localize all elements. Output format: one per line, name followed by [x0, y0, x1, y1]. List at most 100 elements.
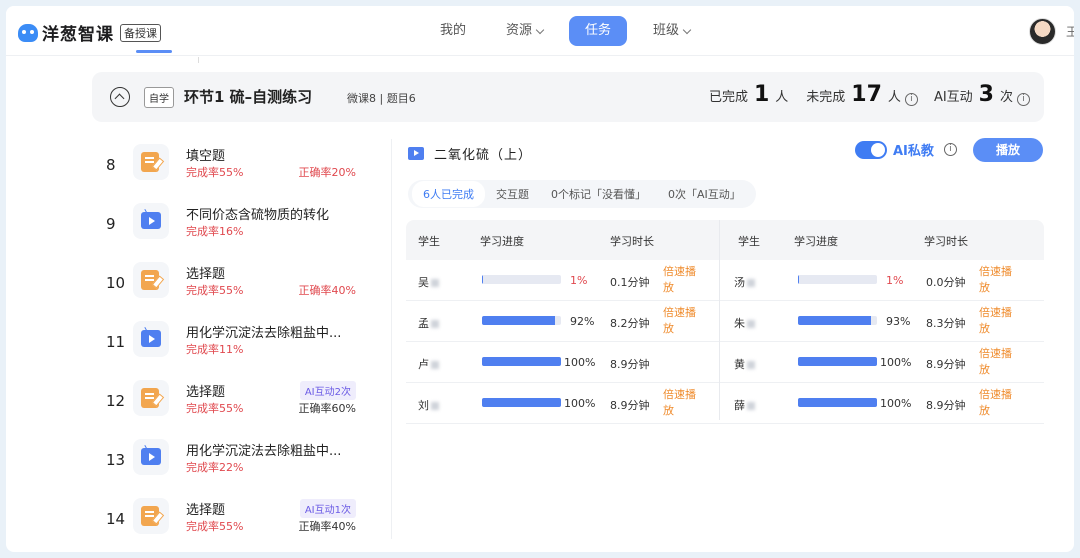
student-name: 卢	[418, 356, 439, 372]
study-duration: 8.9分钟	[610, 358, 650, 371]
nav-tab-label: 资源	[506, 23, 533, 38]
accuracy-rate: 正确率40%	[298, 284, 356, 297]
filter-tab[interactable]: 0次「AI互动」	[657, 181, 752, 207]
collapse-chevron-icon[interactable]	[110, 87, 130, 107]
speed-play-link[interactable]: 倍速播放	[663, 264, 705, 296]
student-name: 汤	[734, 274, 755, 290]
ai-label: AI互动	[933, 90, 973, 105]
video-icon	[408, 147, 424, 160]
main-nav: 我的 资源 任务 班级	[426, 16, 716, 46]
study-duration: 8.9分钟	[926, 358, 966, 371]
video-icon	[141, 448, 161, 465]
blurred-name	[747, 361, 755, 369]
onion-logo-icon	[18, 23, 38, 42]
ai-interaction-tag: AI互动1次	[299, 499, 356, 518]
edit-icon	[141, 152, 159, 172]
student-name-text: 吴	[418, 276, 429, 289]
column-header: 学生	[418, 235, 440, 248]
progress-bar	[482, 316, 561, 325]
filter-tab[interactable]: 0个标记「没看懂」	[540, 181, 657, 207]
item-title: 选择题	[186, 385, 226, 400]
table-row: 吴 1% 0.1分钟 倍速播放汤 1% 0.0分钟 倍速播放	[406, 260, 1044, 301]
filter-tab[interactable]: 6人已完成	[412, 181, 485, 207]
student-name-text: 朱	[734, 317, 745, 330]
top-navbar: 洋葱智课 备授课 我的 资源 任务 班级 王	[6, 6, 1074, 56]
progress-bar	[482, 275, 561, 284]
progress-fill	[798, 316, 872, 325]
progress-percent: 92%	[570, 315, 595, 328]
play-button[interactable]: 播放	[973, 138, 1043, 162]
blurred-name	[431, 402, 439, 410]
nav-tab-label: 班级	[653, 23, 680, 38]
progress-fill	[798, 275, 799, 284]
info-icon[interactable]: i	[943, 143, 957, 156]
student-table: 学生 学习进度 学习时长 学生 学习进度 学习时长 吴 1% 0.1分钟 倍速播放汤 1% 0.0分…	[406, 220, 1044, 424]
brand-name: 洋葱智课	[42, 25, 114, 45]
blurred-name	[747, 402, 755, 410]
list-item[interactable]: 11 用化学沉淀法去除粗盐中... 完成率11%	[106, 321, 356, 380]
section-stats: 已完成 1 人 未完成 17 人 i AI互动 3 次 i	[709, 82, 1030, 107]
speed-play-link[interactable]: 倍速播放	[979, 305, 1021, 337]
column-header: 学习时长	[610, 235, 654, 248]
student-name: 吴	[418, 274, 439, 290]
list-item[interactable]: 13 用化学沉淀法去除粗盐中... 完成率22%	[106, 439, 356, 498]
list-item[interactable]: 8 填空题 完成率55% 正确率20%	[106, 144, 356, 203]
progress-fill	[482, 316, 555, 325]
info-icon[interactable]: i	[1017, 93, 1030, 106]
ai-tutor-toggle[interactable]	[855, 140, 887, 159]
item-title: 用化学沉淀法去除粗盐中...	[186, 444, 342, 459]
ai-count: 3	[978, 82, 994, 107]
info-icon[interactable]: i	[904, 93, 918, 106]
study-duration: 8.2分钟	[610, 317, 650, 330]
user-name[interactable]: 王	[1066, 23, 1074, 40]
nav-tab[interactable]: 我的	[426, 16, 480, 46]
nav-tab[interactable]: 任务	[569, 16, 628, 46]
item-title: 不同价态含硫物质的转化	[186, 208, 330, 223]
student-name-text: 薛	[734, 399, 745, 412]
nav-tab[interactable]: 资源	[492, 16, 557, 46]
list-item[interactable]: 10 选择题 完成率55% 正确率40%	[106, 262, 356, 321]
nav-tab-label: 我的	[440, 23, 467, 38]
accuracy-rate: 正确率20%	[298, 166, 356, 179]
list-item[interactable]: 9 不同价态含硫物质的转化 完成率16%	[106, 203, 356, 262]
video-title: 二氧化硫（上）	[434, 148, 533, 163]
section-meta: 微课8 | 题目6	[347, 92, 416, 105]
student-name-text: 孟	[418, 317, 429, 330]
avatar[interactable]	[1029, 18, 1056, 45]
list-item[interactable]: 14 选择题 完成率55% 正确率40% AI互动1次	[106, 498, 356, 552]
filter-tabs: 6人已完成 交互题 0个标记「没看懂」 0次「AI互动」	[408, 180, 756, 208]
column-header: 学习进度	[480, 235, 524, 248]
app-window: 洋葱智课 备授课 我的 资源 任务 班级 王 自学 环节1 硫–自测练习 微课8 | …	[6, 6, 1074, 552]
item-icon-box	[133, 380, 169, 416]
speed-play-link[interactable]: 倍速播放	[663, 387, 705, 419]
completion-rate: 完成率22%	[186, 461, 244, 474]
study-duration: 8.9分钟	[926, 399, 966, 412]
speed-play-link[interactable]: 倍速播放	[979, 264, 1021, 296]
list-item[interactable]: 12 选择题 完成率55% 正确率60% AI互动2次	[106, 380, 356, 439]
video-header: 二氧化硫（上）	[408, 144, 532, 163]
table-row: 卢 100% 8.9分钟黄 100% 8.9分钟 倍速播放	[406, 342, 1044, 383]
speed-play-link[interactable]: 倍速播放	[979, 387, 1021, 419]
blurred-name	[431, 361, 439, 369]
filter-tab[interactable]: 交互题	[485, 181, 540, 207]
brand-logo[interactable]: 洋葱智课 备授课	[18, 20, 161, 45]
progress-fill	[482, 275, 483, 284]
speed-play-link[interactable]: 倍速播放	[663, 305, 705, 337]
completion-rate: 完成率55%	[186, 520, 244, 533]
speed-play-link[interactable]: 倍速播放	[979, 346, 1021, 378]
progress-bar	[798, 357, 877, 366]
item-icon-box	[133, 144, 169, 180]
study-duration: 0.1分钟	[610, 276, 650, 289]
student-name: 孟	[418, 315, 439, 331]
column-header: 学习进度	[794, 235, 838, 248]
blurred-name	[747, 320, 755, 328]
ai-unit: 次	[999, 90, 1013, 105]
study-duration: 0.0分钟	[926, 276, 966, 289]
student-name: 刘	[418, 397, 439, 413]
video-icon	[141, 212, 161, 229]
nav-tab[interactable]: 班级	[639, 16, 704, 46]
chevron-down-icon	[535, 25, 545, 34]
blurred-name	[431, 279, 439, 287]
undone-count: 17	[851, 82, 882, 107]
item-icon-box	[133, 439, 169, 475]
